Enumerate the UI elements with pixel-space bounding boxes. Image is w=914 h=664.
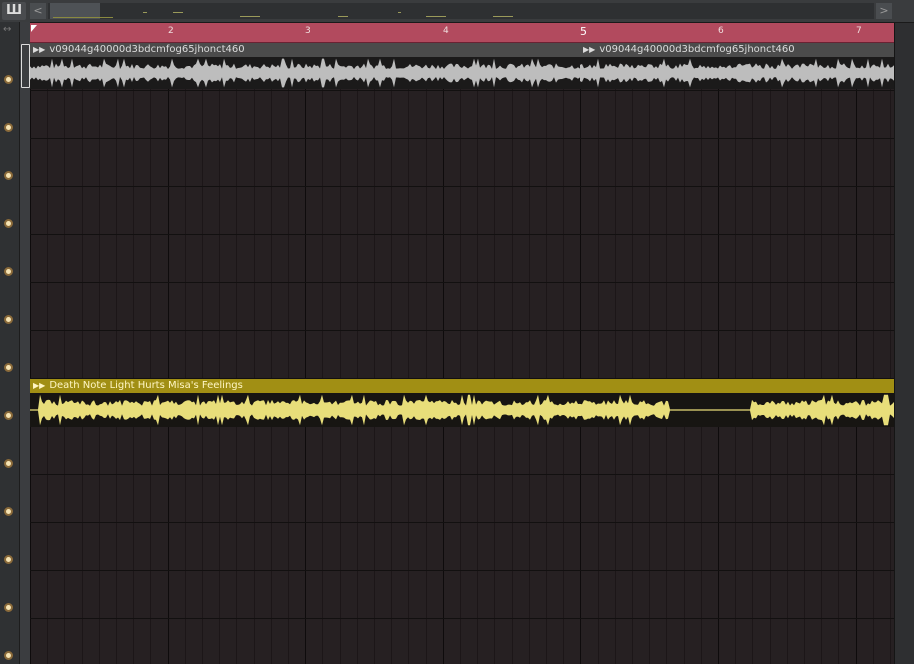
clip-waveform xyxy=(580,57,894,89)
track-led-icon[interactable] xyxy=(4,171,13,180)
track-row-divider xyxy=(30,522,894,523)
bar-label: 5 xyxy=(580,25,587,38)
fl-menu-icon[interactable]: Ш xyxy=(2,2,26,20)
selected-track-marker[interactable] xyxy=(21,44,30,88)
bar-label: 7 xyxy=(856,26,862,36)
track-row-divider xyxy=(30,282,894,283)
track-led-icon[interactable] xyxy=(4,75,13,84)
waveform-graphic xyxy=(30,394,894,426)
clip-arrow-icon: ▶▶ xyxy=(33,381,46,390)
bar-label: 3 xyxy=(305,26,311,36)
scroll-left-button[interactable]: < xyxy=(30,3,46,19)
track-led-icon[interactable] xyxy=(4,267,13,276)
track-strip-bar[interactable] xyxy=(19,22,30,664)
overview-clip-mark xyxy=(493,16,513,17)
track-row-divider xyxy=(30,618,894,619)
track-led-icon[interactable] xyxy=(4,651,13,660)
track-led-icon[interactable] xyxy=(4,219,13,228)
track-row-divider xyxy=(30,570,894,571)
track-row-divider xyxy=(30,474,894,475)
scroll-right-button[interactable]: > xyxy=(876,3,892,19)
clip-arrow-icon: ▶▶ xyxy=(33,45,46,54)
waveform-path xyxy=(30,394,894,426)
track-led-icon[interactable] xyxy=(4,363,13,372)
track-led-icon[interactable] xyxy=(4,555,13,564)
bar-label: 2 xyxy=(168,26,174,36)
overview-clip-mark xyxy=(240,16,260,17)
waveform-path xyxy=(30,58,580,88)
playlist-grid[interactable] xyxy=(30,43,894,664)
clip-header[interactable]: ▶▶ Death Note Light Hurts Misa's Feelings xyxy=(30,379,894,393)
track-led-icon[interactable] xyxy=(4,123,13,132)
audio-clip[interactable]: ▶▶ v09044g40000d3bdcmfog65jhonct460 xyxy=(580,43,894,89)
clip-waveform xyxy=(30,393,894,427)
track-led-icon[interactable] xyxy=(4,507,13,516)
waveform-graphic xyxy=(30,58,580,88)
track-led-icon[interactable] xyxy=(4,603,13,612)
waveform-path xyxy=(580,58,894,88)
clip-waveform xyxy=(30,57,580,89)
song-start-marker-icon[interactable] xyxy=(31,25,37,32)
track-row-divider xyxy=(30,330,894,331)
top-toolbar: Ш < > xyxy=(0,0,914,23)
right-edge-panel xyxy=(894,23,914,664)
timeline-ruler[interactable]: 2 3 4 5 6 7 xyxy=(30,23,894,43)
overview-clip-mark xyxy=(398,12,401,13)
clip-name: Death Note Light Hurts Misa's Feelings xyxy=(49,380,243,391)
track-row-divider xyxy=(30,90,894,91)
bar-label: 6 xyxy=(718,26,724,36)
audio-clip[interactable]: ▶▶ Death Note Light Hurts Misa's Feelings xyxy=(30,379,894,427)
playlist-overview-scrollbar[interactable] xyxy=(48,3,874,19)
track-led-icon[interactable] xyxy=(4,459,13,468)
track-row-divider xyxy=(30,186,894,187)
clip-header[interactable]: ▶▶ v09044g40000d3bdcmfog65jhonct460 xyxy=(580,43,894,57)
overview-clip-mark xyxy=(173,12,183,13)
bar-label: 4 xyxy=(443,26,449,36)
overview-clip-mark xyxy=(426,16,446,17)
overview-clip-mark xyxy=(53,17,113,18)
clip-name: v09044g40000d3bdcmfog65jhonct460 xyxy=(599,44,795,55)
track-row-divider xyxy=(30,234,894,235)
track-row-divider xyxy=(30,138,894,139)
resize-icon[interactable]: ↔ xyxy=(3,24,11,35)
clip-header[interactable]: ▶▶ v09044g40000d3bdcmfog65jhonct460 xyxy=(30,43,580,57)
waveform-graphic xyxy=(580,58,894,88)
audio-clip[interactable]: ▶▶ v09044g40000d3bdcmfog65jhonct460 xyxy=(30,43,580,89)
clip-arrow-icon: ▶▶ xyxy=(583,45,596,54)
clip-name: v09044g40000d3bdcmfog65jhonct460 xyxy=(49,44,245,55)
track-led-icon[interactable] xyxy=(4,315,13,324)
track-header-column: ↔ xyxy=(0,22,20,664)
track-led-icon[interactable] xyxy=(4,411,13,420)
overview-clip-mark xyxy=(143,12,147,13)
overview-clip-mark xyxy=(338,16,348,17)
